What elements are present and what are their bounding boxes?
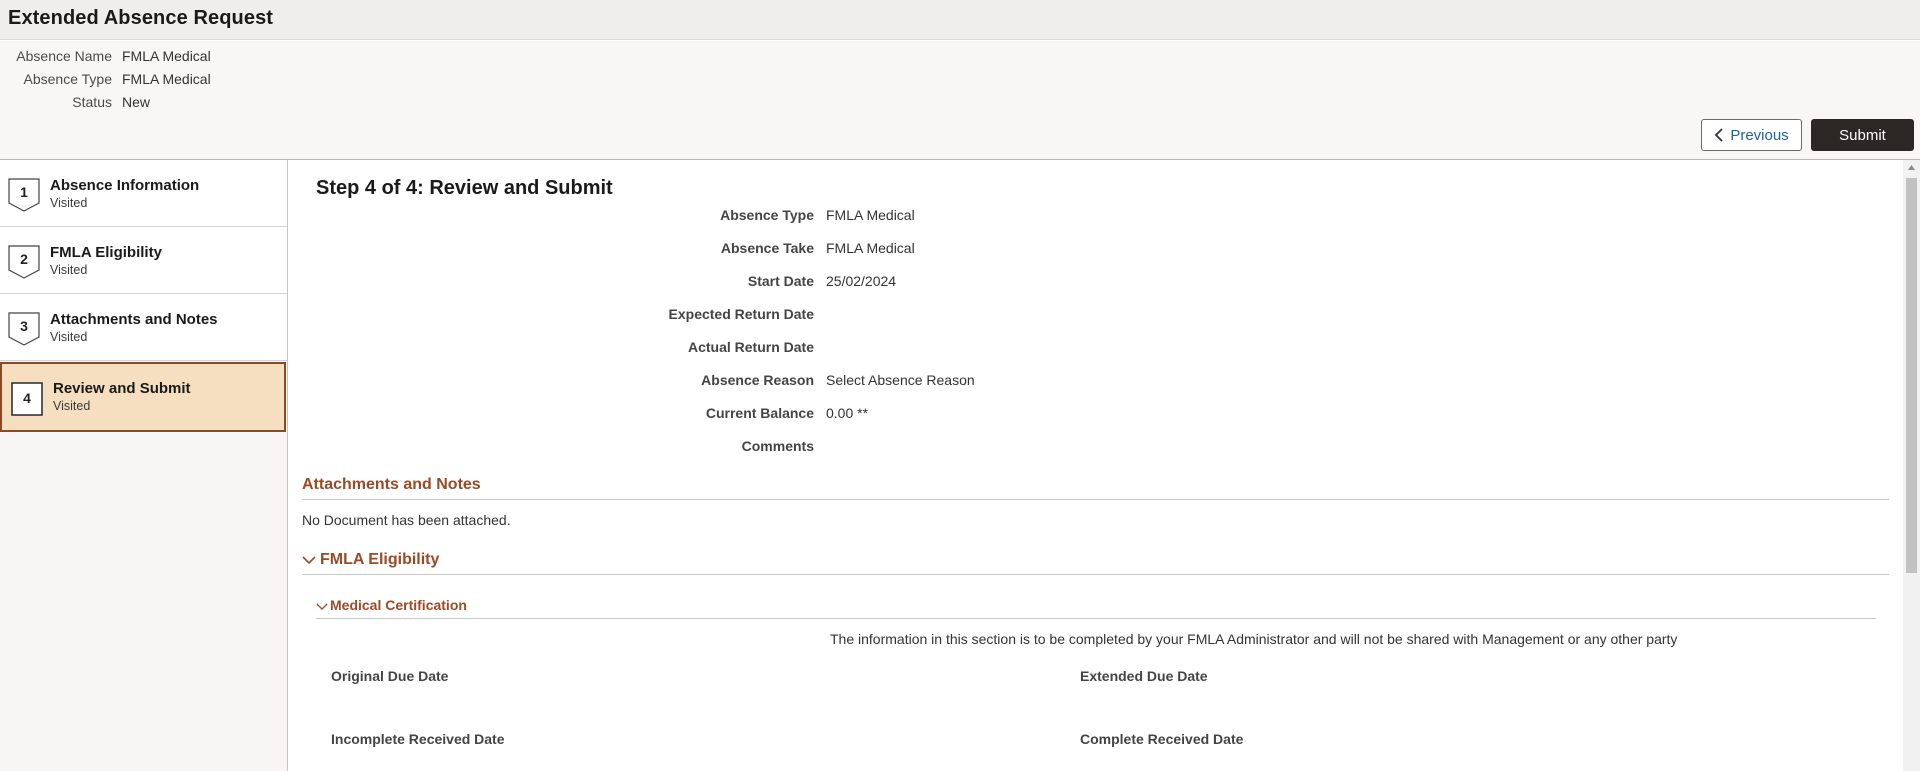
step-badge: 3	[8, 312, 40, 346]
medical-certification-notice: The information in this section is to be…	[830, 631, 1678, 647]
review-field-absence-type: Absence Type FMLA Medical	[720, 207, 915, 223]
medical-certification-header[interactable]: Medical Certification	[316, 597, 1876, 619]
attachments-section-header: Attachments and Notes	[302, 476, 1889, 500]
step-badge: 2	[8, 245, 40, 279]
step-badge: 4	[11, 382, 43, 416]
chevron-left-icon	[1715, 128, 1723, 142]
review-field-start-date: Start Date 25/02/2024	[747, 273, 897, 289]
review-field-current-balance: Current Balance 0.00 **	[705, 405, 869, 421]
step-fmla-eligibility[interactable]: 2 FMLA Eligibility Visited	[0, 227, 287, 294]
step-review-and-submit[interactable]: 4 Review and Submit Visited	[0, 362, 286, 432]
review-field-expected-return-date: Expected Return Date	[668, 306, 814, 322]
review-field-absence-reason: Absence Reason Select Absence Reason	[701, 372, 975, 388]
extended-due-date-label: Extended Due Date	[1080, 668, 1208, 684]
chevron-down-icon	[302, 556, 316, 564]
scrollbar-thumb[interactable]	[1906, 178, 1917, 573]
previous-button[interactable]: Previous	[1701, 119, 1802, 151]
step-absence-information[interactable]: 1 Absence Information Visited	[0, 160, 287, 227]
review-field-comments: Comments	[741, 438, 814, 454]
step-badge: 1	[8, 178, 40, 212]
request-header: Absence Name FMLA Medical Absence Type F…	[0, 41, 1920, 160]
scroll-up-arrow-icon[interactable]	[1906, 163, 1917, 173]
page-heading: Extended Absence Request	[8, 7, 274, 29]
review-field-absence-take: Absence Take FMLA Medical	[720, 240, 915, 256]
incomplete-received-date-label: Incomplete Received Date	[331, 731, 505, 747]
fmla-eligibility-section-header[interactable]: FMLA Eligibility	[302, 551, 1889, 575]
complete-received-date-label: Complete Received Date	[1080, 731, 1244, 747]
main-content: Step 4 of 4: Review and Submit Absence T…	[289, 160, 1902, 771]
step-navigation: 1 Absence Information Visited 2 FMLA Eli…	[0, 160, 288, 771]
step-attachments-and-notes[interactable]: 3 Attachments and Notes Visited	[0, 294, 287, 361]
chevron-down-icon	[316, 603, 328, 610]
submit-button[interactable]: Submit	[1811, 119, 1914, 151]
review-field-actual-return-date: Actual Return Date	[687, 339, 814, 355]
no-attachment-message: No Document has been attached.	[302, 512, 511, 528]
title-bar: Extended Absence Request	[0, 0, 1920, 40]
original-due-date-label: Original Due Date	[331, 668, 449, 684]
step-title: Step 4 of 4: Review and Submit	[316, 177, 613, 199]
